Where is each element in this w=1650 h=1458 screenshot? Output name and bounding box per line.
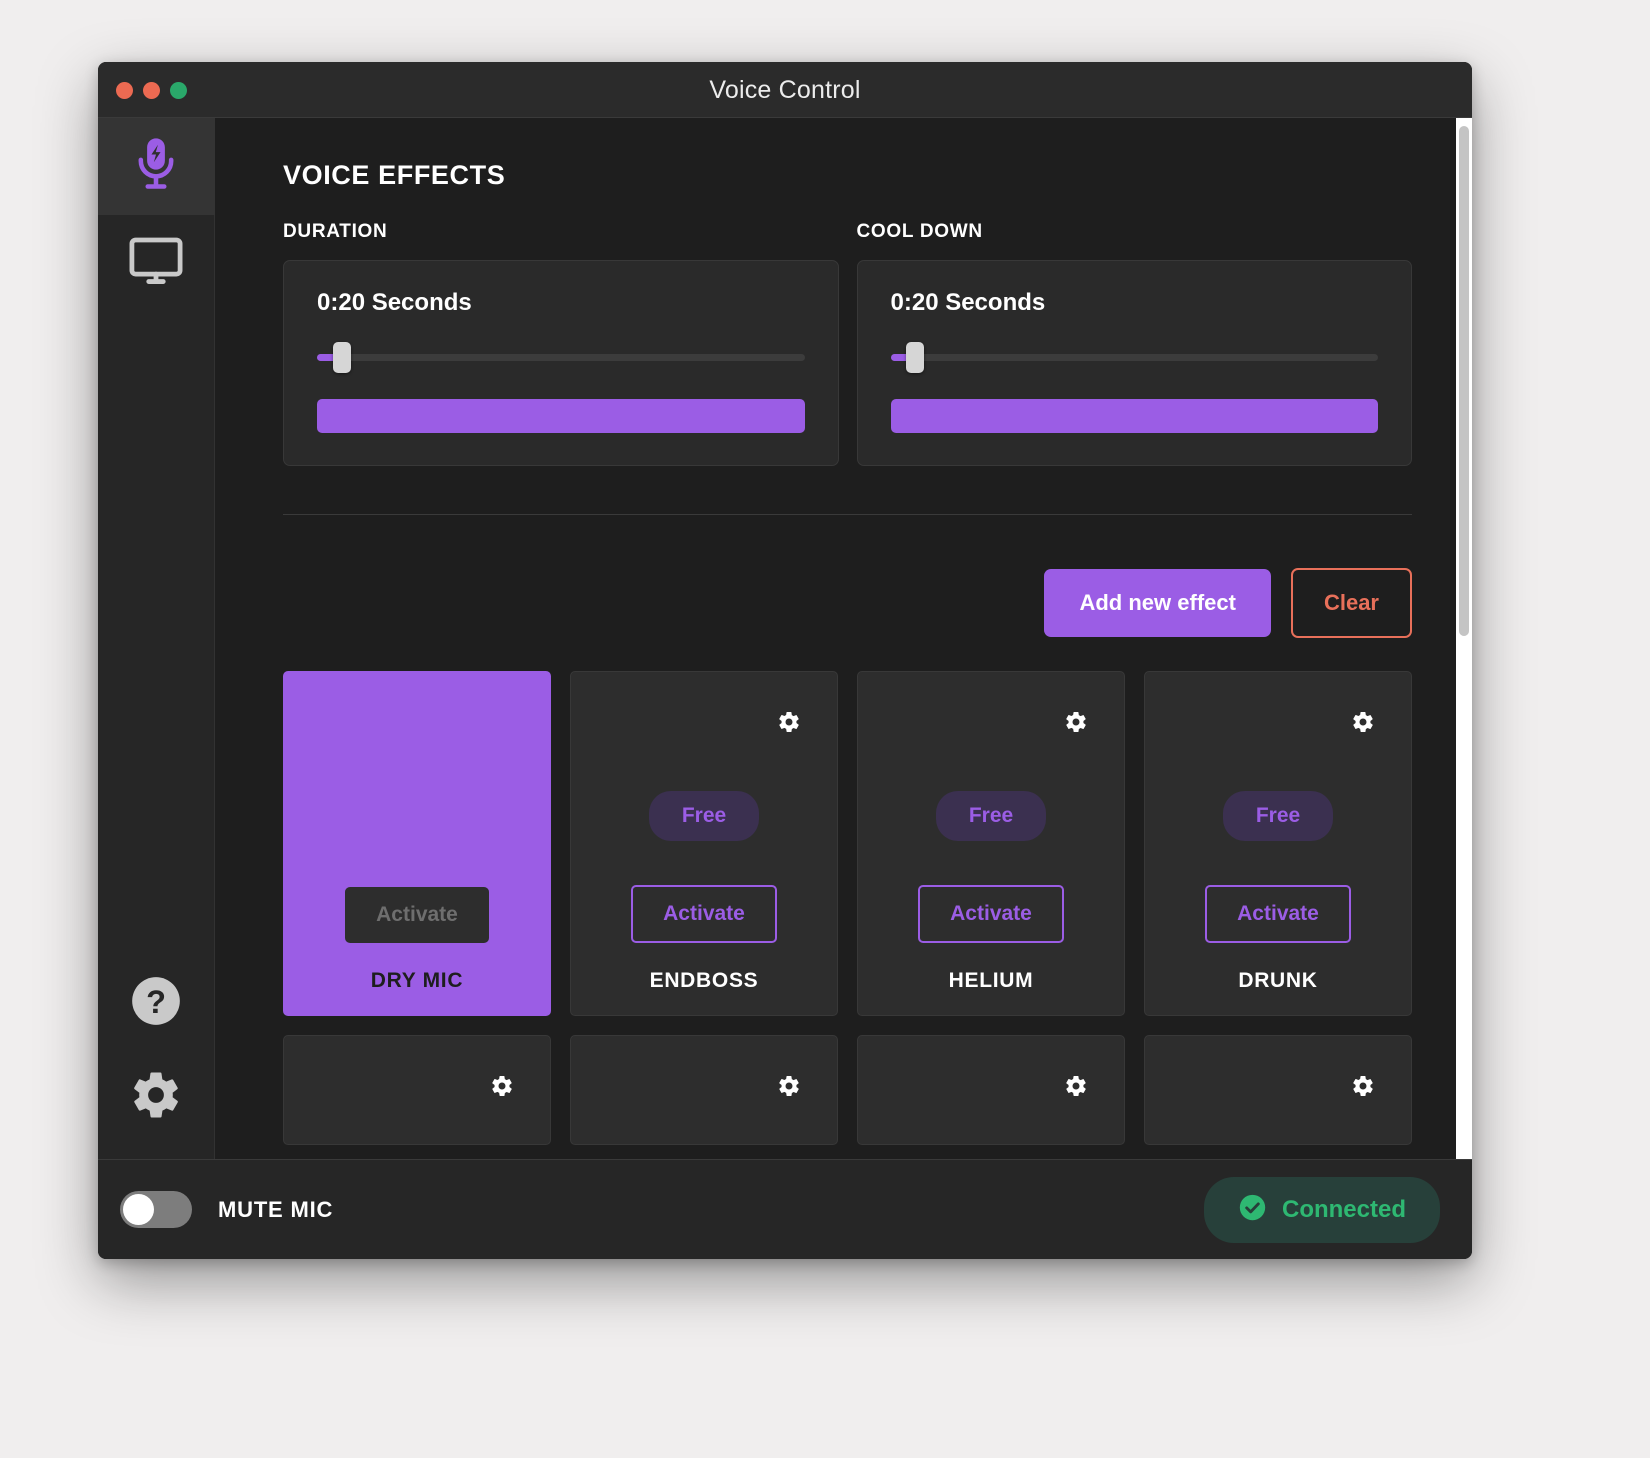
gear-icon[interactable]	[1351, 710, 1375, 734]
mute-mic-toggle[interactable]	[120, 1191, 192, 1228]
sidebar: ?	[98, 118, 215, 1159]
effect-name: HELIUM	[948, 969, 1034, 992]
mute-mic-label: MUTE MIC	[218, 1196, 334, 1222]
status-text: Connected	[1281, 1195, 1406, 1223]
effect-card-drunk[interactable]: Free Activate DRUNK	[1144, 671, 1412, 1016]
cooldown-slider-thumb[interactable]	[906, 342, 925, 373]
effect-card-row2-1[interactable]	[283, 1035, 551, 1145]
effect-card-helium[interactable]: Free Activate HELIUM	[857, 671, 1125, 1016]
cooldown-slider[interactable]	[890, 342, 1378, 373]
effect-card-row2-3[interactable]	[857, 1035, 1125, 1145]
duration-label: DURATION	[283, 221, 388, 242]
vertical-scrollbar[interactable]	[1456, 118, 1472, 1159]
duration-progress-bar	[317, 399, 805, 433]
gear-icon	[129, 1068, 183, 1127]
effect-card-endboss[interactable]: Free Activate ENDBOSS	[570, 671, 838, 1016]
minimize-window-button[interactable]	[143, 81, 160, 99]
status-badge: Connected	[1203, 1176, 1440, 1243]
price-badge: Free	[935, 791, 1047, 841]
help-question-icon: ?	[130, 975, 182, 1032]
toggle-knob	[123, 1194, 154, 1225]
duration-slider[interactable]	[317, 342, 805, 373]
duration-value: 0:20 Seconds	[317, 289, 472, 316]
svg-text:?: ?	[146, 983, 166, 1019]
effect-name: DRY MIC	[370, 969, 464, 992]
duration-panel: 0:20 Seconds	[283, 260, 839, 466]
effect-card-dry-mic[interactable]: Activate DRY MIC	[283, 671, 551, 1016]
effect-card-row2-4[interactable]	[1144, 1035, 1412, 1145]
main-content-area: VOICE EFFECTS DURATION 0:20 Seconds COOL…	[215, 118, 1472, 1159]
activate-button[interactable]: Activate	[631, 885, 777, 943]
cooldown-progress-bar	[890, 399, 1378, 433]
page-title: VOICE EFFECTS	[283, 160, 506, 190]
cooldown-panel: 0:20 Seconds	[856, 260, 1412, 466]
titlebar: Voice Control	[98, 62, 1472, 118]
maximize-window-button[interactable]	[170, 81, 187, 99]
timing-controls-row: DURATION 0:20 Seconds COOL DOWN 0:20 Sec…	[283, 221, 1412, 466]
microphone-bolt-icon	[130, 135, 182, 198]
activate-button[interactable]: Activate	[918, 885, 1064, 943]
clear-button[interactable]: Clear	[1290, 568, 1412, 638]
activate-button[interactable]: Activate	[1205, 885, 1351, 943]
cooldown-slider-track	[890, 354, 1378, 361]
window-traffic-lights	[116, 62, 187, 118]
sidebar-item-help[interactable]: ?	[128, 975, 184, 1031]
scrollbar-thumb[interactable]	[1459, 126, 1469, 636]
gear-icon[interactable]	[777, 710, 801, 734]
check-circle-icon	[1238, 1193, 1267, 1227]
activate-button[interactable]: Activate	[345, 887, 489, 943]
monitor-icon	[129, 237, 183, 290]
gear-icon[interactable]	[490, 1074, 514, 1098]
effect-name: ENDBOSS	[649, 969, 759, 992]
status-bar: MUTE MIC Connected	[98, 1159, 1472, 1259]
effects-actions: Add new effect Clear	[283, 568, 1412, 638]
sidebar-item-display[interactable]	[98, 215, 215, 312]
cooldown-value: 0:20 Seconds	[890, 289, 1046, 316]
effects-grid: Activate DRY MIC Free Activate ENDBOSS F…	[283, 671, 1412, 1016]
effects-grid-row-2	[283, 1035, 1412, 1145]
gear-icon[interactable]	[1064, 710, 1088, 734]
duration-slider-thumb[interactable]	[332, 342, 351, 373]
duration-slider-track	[317, 354, 805, 361]
sidebar-item-voice-effects[interactable]	[98, 118, 215, 215]
gear-icon[interactable]	[777, 1074, 801, 1098]
sidebar-bottom-group: ?	[128, 975, 184, 1159]
sidebar-item-settings[interactable]	[128, 1069, 184, 1125]
add-new-effect-button[interactable]: Add new effect	[1044, 569, 1271, 637]
cooldown-label: COOL DOWN	[856, 221, 983, 242]
price-badge: Free	[648, 791, 760, 841]
gear-icon[interactable]	[1064, 1074, 1088, 1098]
effects-scroll-region: VOICE EFFECTS DURATION 0:20 Seconds COOL…	[215, 118, 1456, 1159]
window-title: Voice Control	[709, 76, 861, 104]
section-divider	[283, 514, 1412, 515]
effect-card-row2-2[interactable]	[570, 1035, 838, 1145]
gear-icon[interactable]	[1351, 1074, 1375, 1098]
app-window: Voice Control ? VOICE EFFECTS DURATION 0…	[98, 62, 1472, 1259]
duration-group: DURATION 0:20 Seconds	[283, 221, 839, 466]
close-window-button[interactable]	[116, 81, 133, 99]
price-badge: Free	[1222, 791, 1334, 841]
cooldown-group: COOL DOWN 0:20 Seconds	[856, 221, 1412, 466]
effect-name: DRUNK	[1238, 969, 1318, 992]
